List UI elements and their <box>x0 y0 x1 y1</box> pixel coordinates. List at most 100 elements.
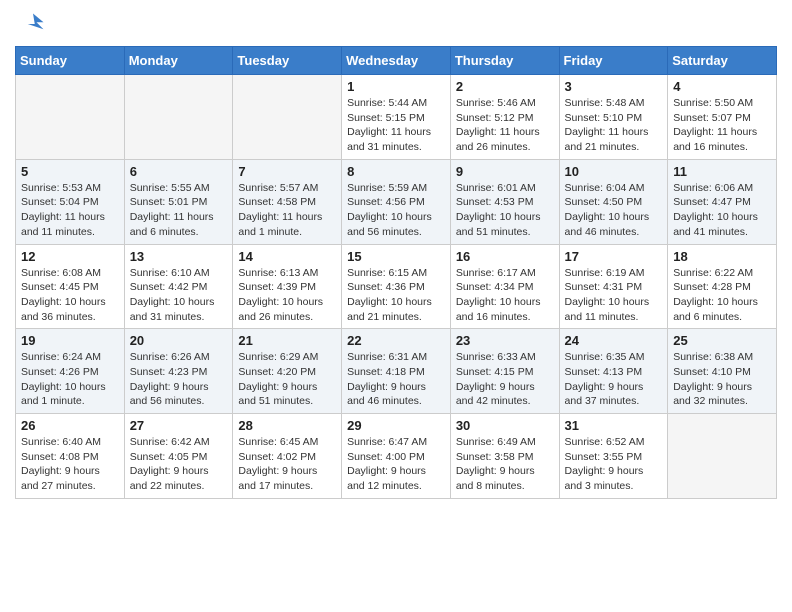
calendar-day-cell: 7Sunrise: 5:57 AM Sunset: 4:58 PM Daylig… <box>233 159 342 244</box>
calendar-day-cell: 9Sunrise: 6:01 AM Sunset: 4:53 PM Daylig… <box>450 159 559 244</box>
day-info: Sunrise: 6:08 AM Sunset: 4:45 PM Dayligh… <box>21 266 119 325</box>
logo-bird-icon <box>19 10 47 38</box>
calendar-day-cell: 17 Sunrise: 6:19 AM Sunset: 4:31 PM Dayli… <box>559 244 668 329</box>
day-info: Sunrise: 6:49 AM Sunset: 3:58 PM Dayligh… <box>456 435 554 494</box>
day-number: 2 <box>456 79 554 94</box>
calendar-day-cell <box>668 414 777 499</box>
calendar-week-row: 12 Sunrise: 6:08 AM Sunset: 4:45 PM Dayli… <box>16 244 777 329</box>
day-number: 1 <box>347 79 445 94</box>
day-number: 10 <box>565 164 663 179</box>
day-number: 12 <box>21 249 119 264</box>
day-number: 30 <box>456 418 554 433</box>
calendar-day-cell <box>233 75 342 160</box>
weekday-header: Wednesday <box>342 47 451 75</box>
day-info: Sunrise: 5:48 AM Sunset: 5:10 PM Dayligh… <box>565 96 663 155</box>
day-info: Sunrise: 5:53 AM Sunset: 5:04 PM Dayligh… <box>21 181 119 240</box>
day-info: Sunrise: 6:45 AM Sunset: 4:02 PM Dayligh… <box>238 435 336 494</box>
calendar-day-cell <box>124 75 233 160</box>
day-number: 27 <box>130 418 228 433</box>
day-info: Sunrise: 6:47 AM Sunset: 4:00 PM Dayligh… <box>347 435 445 494</box>
calendar-day-cell: 1 Sunrise: 5:44 AM Sunset: 5:15 PM Daylig… <box>342 75 451 160</box>
day-number: 22 <box>347 333 445 348</box>
calendar-day-cell: 3 Sunrise: 5:48 AM Sunset: 5:10 PM Daylig… <box>559 75 668 160</box>
day-number: 14 <box>238 249 336 264</box>
calendar-week-row: 1 Sunrise: 5:44 AM Sunset: 5:15 PM Daylig… <box>16 75 777 160</box>
calendar-day-cell: 24 Sunrise: 6:35 AM Sunset: 4:13 PM Dayli… <box>559 329 668 414</box>
day-number: 18 <box>673 249 771 264</box>
calendar-day-cell: 21 Sunrise: 6:29 AM Sunset: 4:20 PM Dayli… <box>233 329 342 414</box>
logo <box>15 10 47 38</box>
calendar-day-cell: 10Sunrise: 6:04 AM Sunset: 4:50 PM Dayli… <box>559 159 668 244</box>
weekday-header: Monday <box>124 47 233 75</box>
day-number: 7 <box>238 164 336 179</box>
calendar-day-cell: 27 Sunrise: 6:42 AM Sunset: 4:05 PM Dayli… <box>124 414 233 499</box>
calendar-day-cell: 20 Sunrise: 6:26 AM Sunset: 4:23 PM Dayli… <box>124 329 233 414</box>
day-number: 19 <box>21 333 119 348</box>
calendar-day-cell: 4Sunrise: 5:50 AM Sunset: 5:07 PM Daylig… <box>668 75 777 160</box>
day-number: 3 <box>565 79 663 94</box>
calendar-day-cell: 30 Sunrise: 6:49 AM Sunset: 3:58 PM Dayli… <box>450 414 559 499</box>
calendar-day-cell: 25 Sunrise: 6:38 AM Sunset: 4:10 PM Dayli… <box>668 329 777 414</box>
day-info: Sunrise: 5:44 AM Sunset: 5:15 PM Dayligh… <box>347 96 445 155</box>
day-number: 21 <box>238 333 336 348</box>
day-number: 25 <box>673 333 771 348</box>
day-info: Sunrise: 6:52 AM Sunset: 3:55 PM Dayligh… <box>565 435 663 494</box>
day-number: 4 <box>673 79 771 94</box>
day-info: Sunrise: 5:46 AM Sunset: 5:12 PM Dayligh… <box>456 96 554 155</box>
day-info: Sunrise: 6:01 AM Sunset: 4:53 PM Dayligh… <box>456 181 554 240</box>
weekday-header: Thursday <box>450 47 559 75</box>
calendar-table: SundayMondayTuesdayWednesdayThursdayFrid… <box>15 46 777 499</box>
day-number: 24 <box>565 333 663 348</box>
day-info: Sunrise: 6:31 AM Sunset: 4:18 PM Dayligh… <box>347 350 445 409</box>
day-info: Sunrise: 6:42 AM Sunset: 4:05 PM Dayligh… <box>130 435 228 494</box>
day-info: Sunrise: 6:15 AM Sunset: 4:36 PM Dayligh… <box>347 266 445 325</box>
day-info: Sunrise: 6:19 AM Sunset: 4:31 PM Dayligh… <box>565 266 663 325</box>
day-number: 17 <box>565 249 663 264</box>
day-number: 5 <box>21 164 119 179</box>
day-info: Sunrise: 6:22 AM Sunset: 4:28 PM Dayligh… <box>673 266 771 325</box>
day-info: Sunrise: 6:38 AM Sunset: 4:10 PM Dayligh… <box>673 350 771 409</box>
calendar-header-row: SundayMondayTuesdayWednesdayThursdayFrid… <box>16 47 777 75</box>
calendar-day-cell: 19 Sunrise: 6:24 AM Sunset: 4:26 PM Dayli… <box>16 329 125 414</box>
day-number: 20 <box>130 333 228 348</box>
day-info: Sunrise: 5:55 AM Sunset: 5:01 PM Dayligh… <box>130 181 228 240</box>
day-number: 16 <box>456 249 554 264</box>
day-info: Sunrise: 6:17 AM Sunset: 4:34 PM Dayligh… <box>456 266 554 325</box>
day-info: Sunrise: 6:24 AM Sunset: 4:26 PM Dayligh… <box>21 350 119 409</box>
calendar-day-cell: 14Sunrise: 6:13 AM Sunset: 4:39 PM Dayli… <box>233 244 342 329</box>
calendar-week-row: 19 Sunrise: 6:24 AM Sunset: 4:26 PM Dayli… <box>16 329 777 414</box>
calendar-week-row: 5 Sunrise: 5:53 AM Sunset: 5:04 PM Daylig… <box>16 159 777 244</box>
calendar-day-cell: 15 Sunrise: 6:15 AM Sunset: 4:36 PM Dayli… <box>342 244 451 329</box>
day-number: 6 <box>130 164 228 179</box>
day-info: Sunrise: 6:33 AM Sunset: 4:15 PM Dayligh… <box>456 350 554 409</box>
weekday-header: Friday <box>559 47 668 75</box>
calendar-day-cell: 8 Sunrise: 5:59 AM Sunset: 4:56 PM Daylig… <box>342 159 451 244</box>
calendar-day-cell: 26Sunrise: 6:40 AM Sunset: 4:08 PM Dayli… <box>16 414 125 499</box>
day-info: Sunrise: 5:59 AM Sunset: 4:56 PM Dayligh… <box>347 181 445 240</box>
day-info: Sunrise: 6:29 AM Sunset: 4:20 PM Dayligh… <box>238 350 336 409</box>
weekday-header: Tuesday <box>233 47 342 75</box>
calendar-day-cell: 16 Sunrise: 6:17 AM Sunset: 4:34 PM Dayli… <box>450 244 559 329</box>
calendar-day-cell: 22 Sunrise: 6:31 AM Sunset: 4:18 PM Dayli… <box>342 329 451 414</box>
day-number: 13 <box>130 249 228 264</box>
calendar-day-cell: 6 Sunrise: 5:55 AM Sunset: 5:01 PM Daylig… <box>124 159 233 244</box>
calendar-day-cell: 5 Sunrise: 5:53 AM Sunset: 5:04 PM Daylig… <box>16 159 125 244</box>
calendar-day-cell: 12 Sunrise: 6:08 AM Sunset: 4:45 PM Dayli… <box>16 244 125 329</box>
day-info: Sunrise: 6:35 AM Sunset: 4:13 PM Dayligh… <box>565 350 663 409</box>
day-number: 8 <box>347 164 445 179</box>
calendar-day-cell: 2 Sunrise: 5:46 AM Sunset: 5:12 PM Daylig… <box>450 75 559 160</box>
calendar-day-cell: 11Sunrise: 6:06 AM Sunset: 4:47 PM Dayli… <box>668 159 777 244</box>
weekday-header: Saturday <box>668 47 777 75</box>
weekday-header: Sunday <box>16 47 125 75</box>
day-number: 11 <box>673 164 771 179</box>
calendar-day-cell: 13 Sunrise: 6:10 AM Sunset: 4:42 PM Dayli… <box>124 244 233 329</box>
day-info: Sunrise: 6:26 AM Sunset: 4:23 PM Dayligh… <box>130 350 228 409</box>
day-info: Sunrise: 6:10 AM Sunset: 4:42 PM Dayligh… <box>130 266 228 325</box>
day-number: 15 <box>347 249 445 264</box>
day-number: 31 <box>565 418 663 433</box>
header <box>15 10 777 38</box>
day-number: 23 <box>456 333 554 348</box>
calendar-week-row: 26Sunrise: 6:40 AM Sunset: 4:08 PM Dayli… <box>16 414 777 499</box>
calendar-day-cell: 29Sunrise: 6:47 AM Sunset: 4:00 PM Dayli… <box>342 414 451 499</box>
page: SundayMondayTuesdayWednesdayThursdayFrid… <box>0 0 792 514</box>
